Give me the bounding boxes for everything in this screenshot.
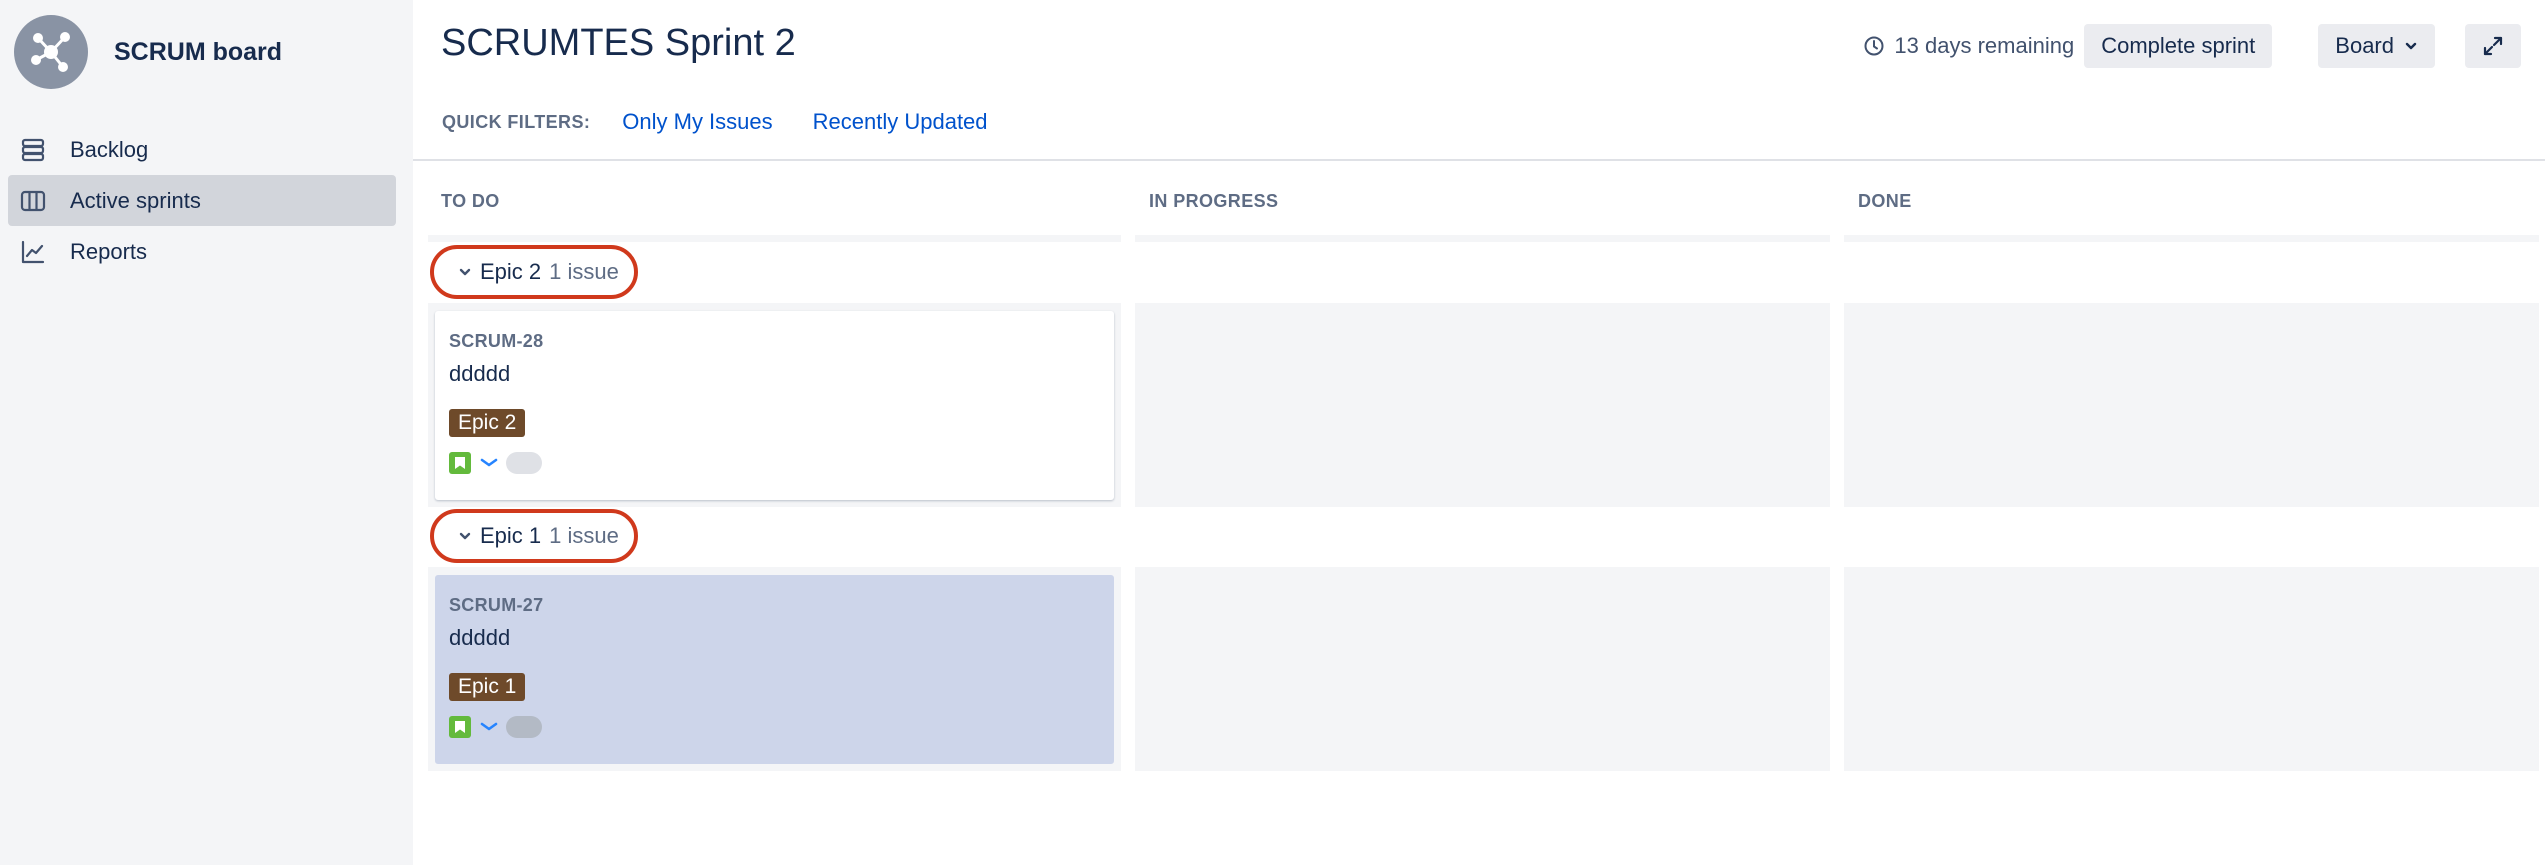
issue-meta — [449, 716, 1100, 738]
quick-filters: QUICK FILTERS: Only My Issues Recently U… — [442, 109, 988, 135]
epic-tag: Epic 1 — [449, 673, 526, 701]
chart-line-icon — [18, 237, 48, 267]
project-name: SCRUM board — [114, 37, 283, 66]
clock-icon — [1863, 35, 1885, 57]
expand-icon — [2482, 35, 2504, 57]
board-columns-icon — [18, 186, 48, 216]
story-icon — [449, 452, 471, 474]
column-header-in-progress: IN PROGRESS — [1149, 191, 1279, 211]
swimlane-header-epic-1[interactable]: Epic 1 1 issue — [430, 509, 638, 563]
story-icon — [449, 716, 471, 738]
issue-card-scrum-27[interactable]: SCRUM-27 ddddd Epic 1 — [435, 575, 1114, 764]
swimlane-header-epic-2[interactable]: Epic 2 1 issue — [430, 245, 638, 299]
project-network-icon — [14, 15, 88, 89]
column-header-done: DONE — [1858, 191, 1912, 211]
sidebar: SCRUM board Backlog Active sprints Repor… — [0, 0, 413, 865]
sidebar-item-backlog[interactable]: Backlog — [8, 124, 396, 175]
sidebar-item-reports[interactable]: Reports — [8, 226, 396, 277]
column-bar-in-progress — [1135, 235, 1830, 242]
chevron-down-icon — [458, 265, 472, 279]
swimlane-issue-count: 1 issue — [549, 259, 619, 284]
header-actions: 13 days remaining Complete sprint Board — [1863, 24, 2521, 68]
sidebar-item-label: Reports — [70, 238, 148, 264]
backlog-icon — [18, 135, 48, 165]
header-divider — [413, 159, 2545, 161]
chevron-down-icon — [458, 529, 472, 543]
issue-key: SCRUM-28 — [449, 331, 544, 351]
column-header-todo: TO DO — [441, 191, 500, 211]
priority-low-icon — [480, 721, 498, 733]
assignee-avatar[interactable] — [506, 452, 542, 474]
issue-card-scrum-28[interactable]: SCRUM-28 ddddd Epic 2 — [435, 311, 1114, 500]
chevron-down-icon — [2404, 39, 2418, 53]
sidebar-item-active-sprints[interactable]: Active sprints — [8, 175, 396, 226]
column-bar-done — [1844, 235, 2539, 242]
filter-recently-updated[interactable]: Recently Updated — [813, 109, 988, 135]
cell-done-epic-2 — [1844, 303, 2539, 507]
complete-sprint-button[interactable]: Complete sprint — [2084, 24, 2273, 68]
remaining-text: 13 days remaining — [1894, 33, 2075, 58]
board-dropdown-label: Board — [2335, 33, 2394, 58]
cell-in-progress-epic-2 — [1135, 303, 1830, 507]
quick-filters-label: QUICK FILTERS: — [442, 111, 591, 132]
epic-tag: Epic 2 — [449, 409, 526, 437]
assignee-avatar[interactable] — [506, 716, 542, 738]
priority-low-icon — [480, 457, 498, 469]
swimlane-epic-name: Epic 2 — [480, 259, 542, 284]
issue-summary: ddddd — [449, 361, 511, 386]
issue-summary: ddddd — [449, 625, 511, 650]
sprint-remaining: 13 days remaining — [1863, 33, 2074, 59]
cell-done-epic-1 — [1844, 567, 2539, 771]
filter-only-my-issues[interactable]: Only My Issues — [622, 109, 772, 135]
sidebar-item-label: Backlog — [70, 136, 149, 162]
issue-key: SCRUM-27 — [449, 595, 544, 615]
sidebar-item-label: Active sprints — [70, 187, 201, 213]
cell-in-progress-epic-1 — [1135, 567, 1830, 771]
issue-meta — [449, 452, 1100, 474]
swimlane-epic-name: Epic 1 — [480, 523, 542, 548]
board-dropdown-button[interactable]: Board — [2318, 24, 2435, 68]
fullscreen-button[interactable] — [2465, 24, 2521, 68]
page-title: SCRUMTES Sprint 2 — [441, 22, 796, 64]
sidebar-nav: Backlog Active sprints Reports — [8, 124, 396, 277]
project-header[interactable]: SCRUM board — [14, 14, 282, 90]
column-bar-todo — [428, 235, 1121, 242]
swimlane-issue-count: 1 issue — [549, 523, 619, 548]
